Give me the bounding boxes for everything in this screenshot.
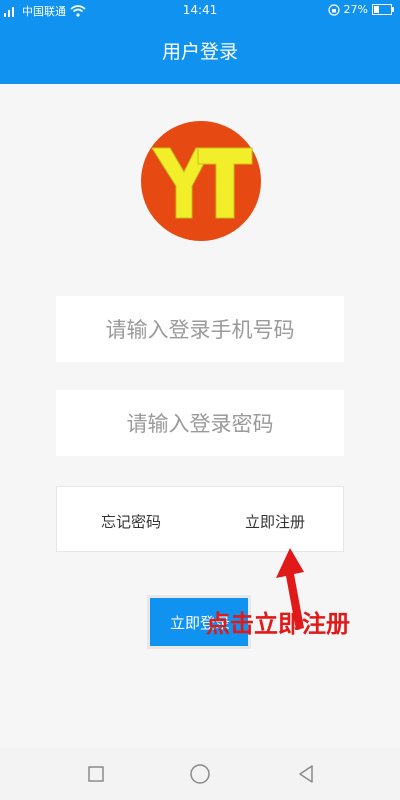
status-right: 27%: [327, 3, 394, 16]
annotation-text: 点击立即注册: [206, 610, 350, 638]
app-logo: YT: [140, 120, 261, 241]
status-bar: 中国联通 14:41 27%: [0, 0, 400, 20]
back-icon[interactable]: [294, 762, 318, 786]
navigation-bar: [0, 748, 400, 800]
page-title: 用户登录: [0, 20, 400, 84]
home-icon[interactable]: [188, 762, 212, 786]
password-input[interactable]: 请输入登录密码: [56, 390, 344, 456]
register-link[interactable]: 立即注册: [245, 511, 305, 532]
recent-apps-icon[interactable]: [84, 762, 108, 786]
link-row: 忘记密码 立即注册: [56, 486, 344, 552]
forgot-password-link[interactable]: 忘记密码: [101, 511, 161, 532]
battery-icon: [372, 4, 394, 15]
battery-percent: 27%: [343, 3, 368, 16]
logo-text: YT: [140, 120, 142, 121]
rotation-lock-icon: [327, 3, 340, 16]
phone-input[interactable]: 请输入登录手机号码: [56, 296, 344, 362]
